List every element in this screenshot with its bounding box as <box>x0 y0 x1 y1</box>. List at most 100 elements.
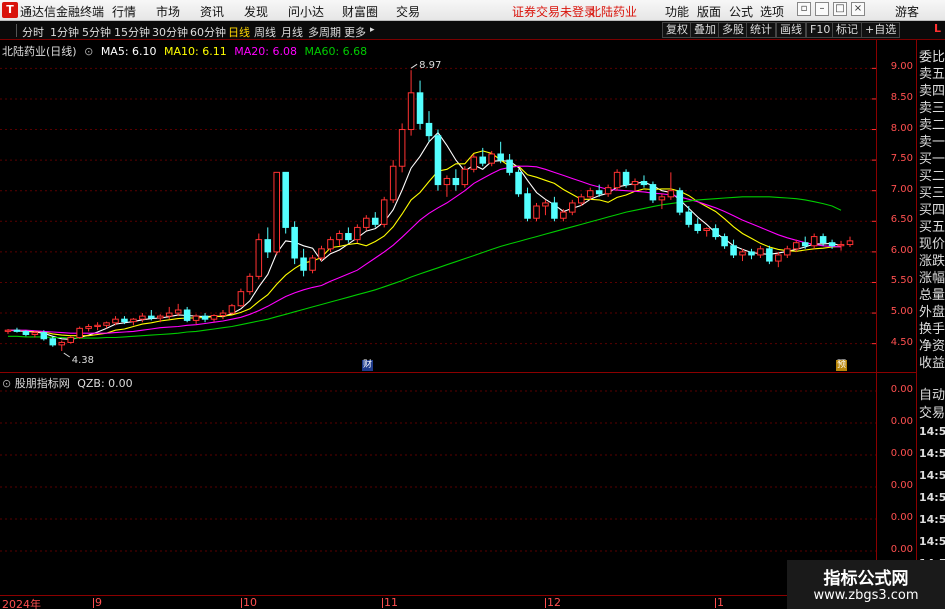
menu-banmian[interactable]: 版面 <box>697 3 721 20</box>
app-logo-icon: T <box>2 2 18 18</box>
menu-wenxiaoda[interactable]: 问小达 <box>288 3 324 20</box>
fuquan-button[interactable]: 复权 <box>662 22 692 38</box>
candle-up <box>336 233 343 241</box>
candle-up <box>139 315 146 320</box>
quote-side-panel: 委比 卖五 卖四 卖三 卖二 卖一 买一 买二 买三 买四 买五 现价 涨跌 涨幅 总量 外盘 换手 净资 收益 自动… <box>917 40 945 595</box>
candle-up <box>533 205 540 219</box>
period-monthly[interactable]: 月线 <box>281 24 303 40</box>
candle-down <box>640 181 648 186</box>
candle-up <box>354 226 361 241</box>
duogu-button[interactable]: 多股 <box>718 22 748 38</box>
auto-trade-label[interactable]: 交易 <box>919 402 945 421</box>
indicator-dropdown-icon[interactable]: ⊙ <box>2 377 11 390</box>
tongji-button[interactable]: 统计 <box>746 22 776 38</box>
watermark-url: www.zbgs3.com <box>813 588 919 603</box>
guest-label[interactable]: 游客 <box>895 3 919 20</box>
candle-down <box>828 242 836 247</box>
candle-up <box>739 251 746 256</box>
close-icon[interactable]: × <box>851 2 865 16</box>
candle-up <box>112 318 119 324</box>
candle-down <box>300 257 307 271</box>
biaoji-button[interactable]: 标记 <box>832 22 862 38</box>
period-multi[interactable]: 多周期 <box>308 24 341 40</box>
legend-dropdown-icon[interactable]: ⊙ <box>84 45 93 58</box>
menu-gongshi[interactable]: 公式 <box>729 3 753 20</box>
candle-down <box>730 245 737 256</box>
add-watchlist-button[interactable]: +自选 <box>861 22 901 38</box>
candle-up <box>103 322 110 326</box>
menu-zixun[interactable]: 资讯 <box>200 3 224 20</box>
minimize-icon[interactable]: – <box>815 2 829 16</box>
menu-faxian[interactable]: 发现 <box>244 3 268 20</box>
candle-down <box>425 122 433 137</box>
candle-down <box>694 223 702 231</box>
candle-down <box>748 251 755 256</box>
price-tick-label: 9.00 <box>890 61 913 73</box>
restore-icon[interactable]: ▫ <box>797 2 811 16</box>
candle-up <box>192 315 200 321</box>
candle-up <box>560 211 567 219</box>
candle-up <box>407 92 415 131</box>
candle-up <box>130 318 137 323</box>
trade-time: 14:56 <box>919 469 945 482</box>
high-pointer <box>410 63 418 69</box>
forecast-marker[interactable]: 预 <box>836 360 847 371</box>
huaxian-button[interactable]: 画线 <box>776 22 806 38</box>
auto-trade-label[interactable]: 自动 <box>919 384 945 403</box>
watermark-title: 指标公式网 <box>823 569 909 589</box>
indicator-value: QZB: 0.00 <box>77 377 133 390</box>
candle-up <box>837 244 845 247</box>
period-toolbar: 分时 1分钟 5分钟 15分钟 30分钟 60分钟 日线 周线 月线 多周期 更… <box>0 21 945 40</box>
candle-up <box>210 315 218 320</box>
date-tick-mark <box>241 598 242 608</box>
login-alert[interactable]: 证券交易未登录 <box>512 3 596 20</box>
period-15min[interactable]: 15分钟 <box>114 24 150 40</box>
period-daily[interactable]: 日线 <box>228 24 250 40</box>
financial-report-marker[interactable]: 财 <box>362 360 373 371</box>
candle-up <box>542 202 549 207</box>
candle-up <box>488 153 495 164</box>
candle-up <box>586 190 594 198</box>
kline-chart[interactable]: 8.97 4.38 <box>0 40 876 372</box>
price-tick-label: 7.50 <box>890 153 913 165</box>
candle-up <box>631 181 639 186</box>
candle-down <box>148 315 155 319</box>
diejia-button[interactable]: 叠加 <box>690 22 720 38</box>
indicator-chart[interactable] <box>0 373 876 595</box>
indicator-tick-label: 0.00 <box>890 416 913 427</box>
candle-up <box>156 315 164 319</box>
date-tick-mark <box>545 598 546 608</box>
period-30min[interactable]: 30分钟 <box>152 24 188 40</box>
candle-down <box>201 315 209 320</box>
trade-time: 14:56 <box>919 425 945 438</box>
candle-up <box>667 190 675 198</box>
menu-hangqing[interactable]: 行情 <box>112 3 136 20</box>
period-60min[interactable]: 60分钟 <box>190 24 226 40</box>
menu-shichang[interactable]: 市场 <box>156 3 180 20</box>
maximize-icon[interactable]: □ <box>833 2 847 16</box>
level2-mark[interactable]: L <box>934 22 941 35</box>
period-fenshi[interactable]: 分时 <box>22 24 44 40</box>
candle-up <box>255 239 263 277</box>
candle-down <box>416 92 424 124</box>
indicator-tick-label: 0.00 <box>890 480 913 491</box>
f10-button[interactable]: F10 <box>806 22 835 38</box>
main-legend: 北陆药业(日线) ⊙ MA5: 6.10 MA10: 6.11 MA20: 6.… <box>2 43 371 59</box>
indicator-tick-label: 0.00 <box>890 448 913 459</box>
menu-gongneng[interactable]: 功能 <box>665 3 689 20</box>
period-5min[interactable]: 5分钟 <box>82 24 111 40</box>
candle-down <box>452 177 460 186</box>
more-dropdown-icon[interactable]: ▸ <box>370 25 375 35</box>
candle-up <box>31 332 39 335</box>
stock-name-top: 北陆药业 <box>589 5 638 19</box>
candle-up <box>658 196 666 201</box>
price-tick-label: 4.50 <box>890 336 913 348</box>
period-1min[interactable]: 1分钟 <box>50 24 79 40</box>
period-more[interactable]: 更多 <box>344 24 366 40</box>
period-weekly[interactable]: 周线 <box>254 24 276 40</box>
candle-up <box>775 254 782 262</box>
date-tick-label: 11 <box>384 596 398 609</box>
menu-jiaoyi[interactable]: 交易 <box>396 3 420 20</box>
menu-xuanxiang[interactable]: 选项 <box>760 3 784 20</box>
menu-caifuquan[interactable]: 财富圈 <box>342 3 378 20</box>
